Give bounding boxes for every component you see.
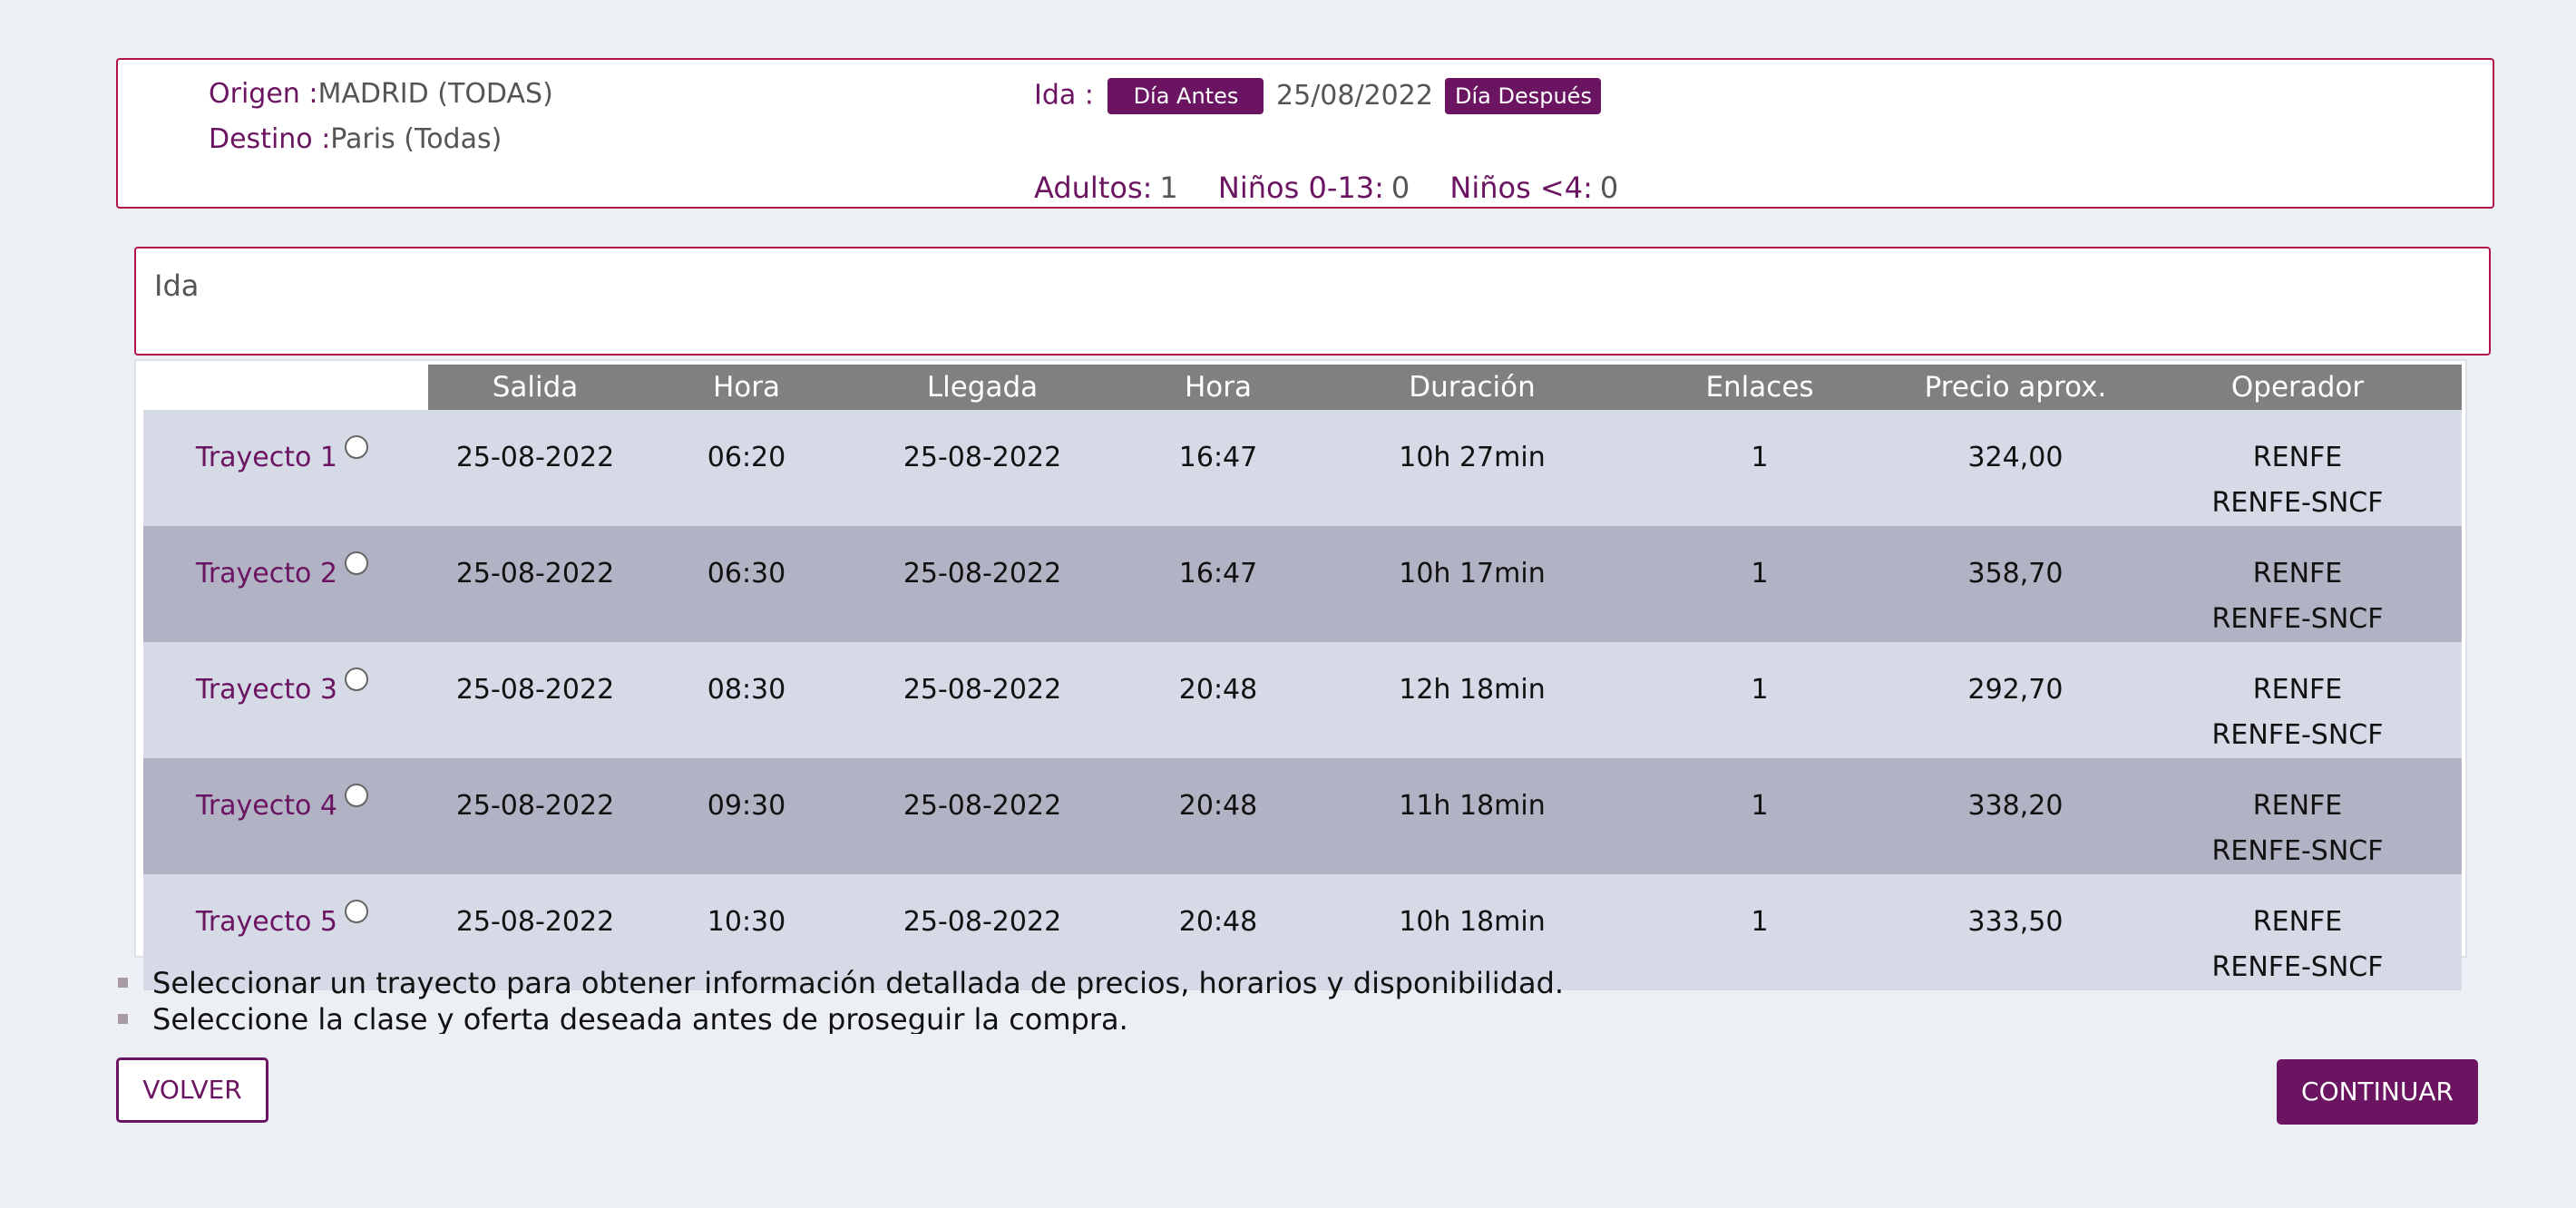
trayecto-cell[interactable]: Trayecto 2 xyxy=(143,526,428,642)
hora-salida-cell: 08:30 xyxy=(642,642,851,758)
ida-date-line: Ida : Día Antes 25/08/2022 Día Después xyxy=(1034,78,1602,114)
children-value: 0 xyxy=(1390,170,1410,205)
trayecto-label[interactable]: Trayecto 3 xyxy=(196,674,337,706)
hora-salida-cell: 06:30 xyxy=(642,526,851,642)
operador-primary: RENFE xyxy=(2252,790,2343,822)
salida-cell: 25-08-2022 xyxy=(428,410,642,526)
hora-salida-cell: 06:20 xyxy=(642,410,851,526)
header-hora-salida: Hora xyxy=(642,365,851,410)
header-precio: Precio aprox. xyxy=(1898,365,2133,410)
table-row[interactable]: Trayecto 4 25-08-2022 09:30 25-08-2022 2… xyxy=(143,758,2462,874)
note-item: Seleccionar un trayecto para obtener inf… xyxy=(116,965,1564,1001)
operador-primary: RENFE xyxy=(2252,906,2343,938)
salida-cell: 25-08-2022 xyxy=(428,526,642,642)
notes-area: Seleccionar un trayecto para obtener inf… xyxy=(0,961,2576,1034)
trayecto-label[interactable]: Trayecto 5 xyxy=(196,906,337,938)
back-button[interactable]: VOLVER xyxy=(116,1057,268,1123)
operador-secondary: RENFE-SNCF xyxy=(2211,487,2384,519)
duracion-cell: 10h 27min xyxy=(1322,410,1622,526)
trayecto-cell[interactable]: Trayecto 1 xyxy=(143,410,428,526)
hora-salida-cell: 09:30 xyxy=(642,758,851,874)
trayecto-radio[interactable] xyxy=(345,667,368,691)
duracion-cell: 10h 17min xyxy=(1322,526,1622,642)
llegada-cell: 25-08-2022 xyxy=(851,526,1114,642)
results-table: Salida Hora Llegada Hora Duración Enlace… xyxy=(143,365,2462,990)
llegada-cell: 25-08-2022 xyxy=(851,410,1114,526)
origin-value: MADRID (TODAS) xyxy=(317,78,553,110)
table-row[interactable]: Trayecto 2 25-08-2022 06:30 25-08-2022 1… xyxy=(143,526,2462,642)
trayecto-label[interactable]: Trayecto 1 xyxy=(196,442,337,473)
table-header-row: Salida Hora Llegada Hora Duración Enlace… xyxy=(143,365,2462,410)
duracion-cell: 12h 18min xyxy=(1322,642,1622,758)
table-row[interactable]: Trayecto 3 25-08-2022 08:30 25-08-2022 2… xyxy=(143,642,2462,758)
operador-secondary: RENFE-SNCF xyxy=(2211,835,2384,867)
operador-secondary: RENFE-SNCF xyxy=(2211,603,2384,635)
children-label: Niños 0-13: xyxy=(1217,170,1384,205)
notes-list: Seleccionar un trayecto para obtener inf… xyxy=(116,965,1564,1034)
header-operador: Operador xyxy=(2133,365,2462,410)
enlaces-cell: 1 xyxy=(1622,758,1898,874)
operador-cell: RENFE RENFE-SNCF xyxy=(2133,758,2462,874)
operador-primary: RENFE xyxy=(2252,558,2343,589)
precio-cell: 338,20 xyxy=(1898,758,2133,874)
trayecto-cell[interactable]: Trayecto 4 xyxy=(143,758,428,874)
trayecto-radio[interactable] xyxy=(345,900,368,923)
prev-day-button[interactable]: Día Antes xyxy=(1107,78,1264,114)
passengers-line: Adultos: 1 Niños 0-13: 0 Niños <4: 0 xyxy=(1034,170,1649,205)
trayecto-cell[interactable]: Trayecto 3 xyxy=(143,642,428,758)
precio-cell: 358,70 xyxy=(1898,526,2133,642)
note-item: Seleccione la clase y oferta deseada ant… xyxy=(116,1001,1564,1034)
operador-cell: RENFE RENFE-SNCF xyxy=(2133,526,2462,642)
hora-llegada-cell: 20:48 xyxy=(1114,642,1322,758)
precio-cell: 324,00 xyxy=(1898,410,2133,526)
enlaces-cell: 1 xyxy=(1622,410,1898,526)
destination-value: Paris (Todas) xyxy=(330,123,503,155)
destination-line: Destino :Paris (Todas) xyxy=(209,123,502,155)
operador-cell: RENFE RENFE-SNCF xyxy=(2133,642,2462,758)
adults-value: 1 xyxy=(1159,170,1178,205)
ida-section-header: Ida xyxy=(134,247,2491,356)
search-summary: Origen :MADRID (TODAS) Destino :Paris (T… xyxy=(116,58,2494,209)
llegada-cell: 25-08-2022 xyxy=(851,758,1114,874)
next-day-button[interactable]: Día Después xyxy=(1445,78,1602,114)
salida-cell: 25-08-2022 xyxy=(428,758,642,874)
ida-label: Ida : xyxy=(1034,79,1094,112)
trayecto-radio[interactable] xyxy=(345,784,368,807)
enlaces-cell: 1 xyxy=(1622,642,1898,758)
origin-line: Origen :MADRID (TODAS) xyxy=(209,78,553,110)
precio-cell: 292,70 xyxy=(1898,642,2133,758)
header-duracion: Duración xyxy=(1322,365,1622,410)
results-table-container: Salida Hora Llegada Hora Duración Enlace… xyxy=(134,359,2467,990)
operador-secondary: RENFE-SNCF xyxy=(2211,719,2384,751)
hora-llegada-cell: 16:47 xyxy=(1114,410,1322,526)
destination-label: Destino : xyxy=(209,123,331,155)
trayecto-label[interactable]: Trayecto 2 xyxy=(196,558,337,589)
operador-primary: RENFE xyxy=(2252,442,2343,473)
table-row[interactable]: Trayecto 1 25-08-2022 06:20 25-08-2022 1… xyxy=(143,410,2462,526)
header-llegada: Llegada xyxy=(851,365,1114,410)
trayecto-radio[interactable] xyxy=(345,551,368,575)
salida-cell: 25-08-2022 xyxy=(428,642,642,758)
infants-label: Niños <4: xyxy=(1449,170,1593,205)
continue-button[interactable]: CONTINUAR xyxy=(2277,1059,2478,1125)
trayecto-radio[interactable] xyxy=(345,435,368,459)
operador-cell: RENFE RENFE-SNCF xyxy=(2133,410,2462,526)
header-enlaces: Enlaces xyxy=(1622,365,1898,410)
operador-primary: RENFE xyxy=(2252,674,2343,706)
infants-value: 0 xyxy=(1599,170,1619,205)
trayecto-label[interactable]: Trayecto 4 xyxy=(196,790,337,822)
origin-label: Origen : xyxy=(209,78,318,110)
adults-label: Adultos: xyxy=(1034,170,1153,205)
llegada-cell: 25-08-2022 xyxy=(851,642,1114,758)
header-hora-llegada: Hora xyxy=(1114,365,1322,410)
header-blank xyxy=(143,365,428,410)
header-salida: Salida xyxy=(428,365,642,410)
enlaces-cell: 1 xyxy=(1622,526,1898,642)
date-value: 25/08/2022 xyxy=(1276,79,1433,112)
ida-section-title: Ida xyxy=(154,268,200,303)
hora-llegada-cell: 16:47 xyxy=(1114,526,1322,642)
hora-llegada-cell: 20:48 xyxy=(1114,758,1322,874)
duracion-cell: 11h 18min xyxy=(1322,758,1622,874)
